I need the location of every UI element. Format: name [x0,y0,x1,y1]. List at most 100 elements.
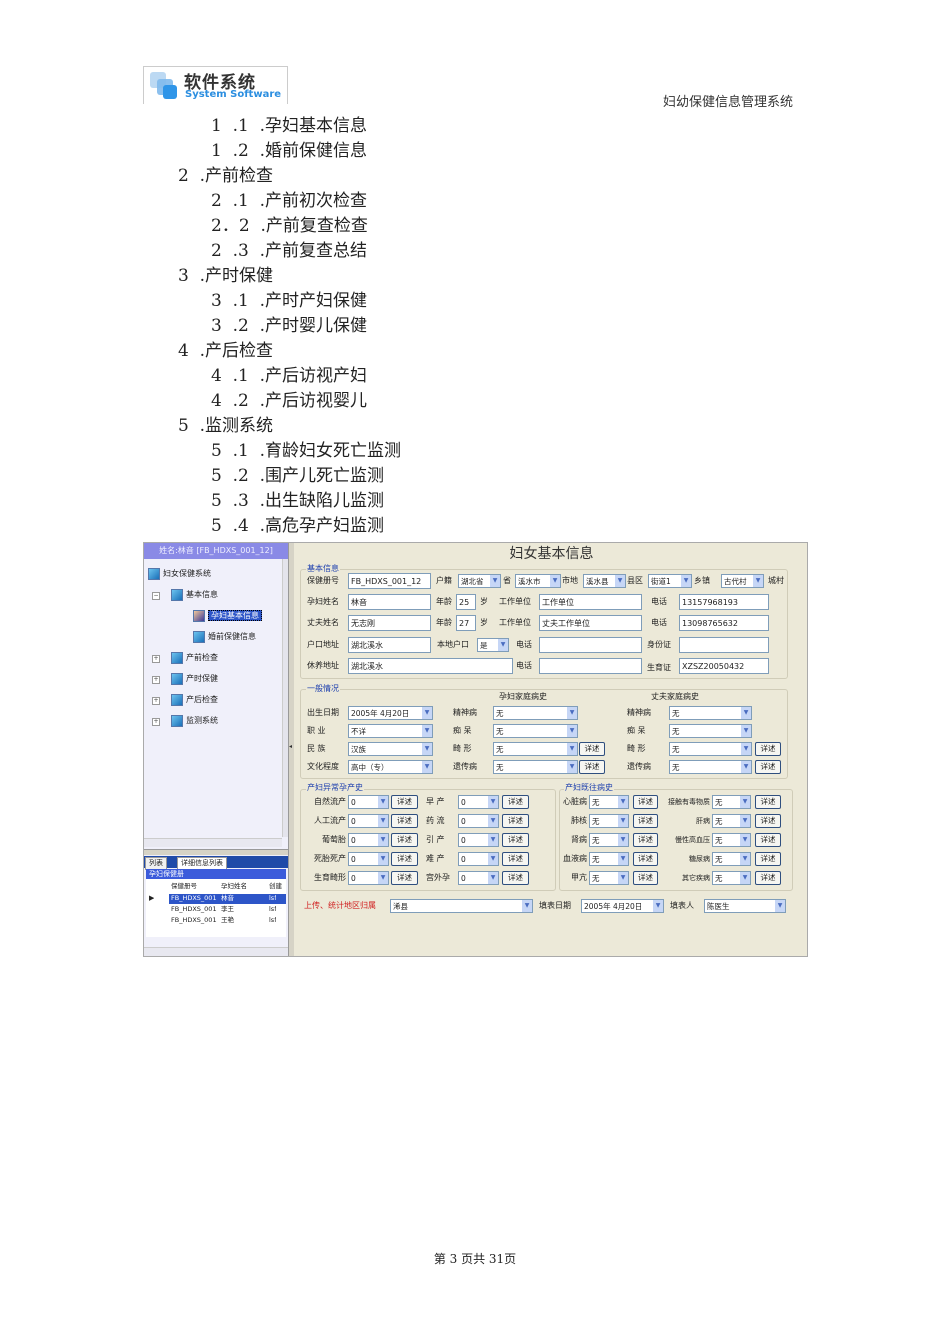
province-select[interactable]: 湖北省 ▼ [458,574,501,588]
detail-button[interactable]: 详述 [391,833,418,847]
abnormal-count-select[interactable]: 0 ▼ [348,833,389,847]
detail-button[interactable]: 详述 [633,795,658,809]
detail-button[interactable]: 详述 [502,871,529,885]
collapse-icon[interactable]: − [152,592,160,600]
education-select[interactable]: 高中（专） ▼ [348,760,433,774]
abnormal-count-select[interactable]: 0 ▼ [458,814,499,828]
detail-button[interactable]: 详述 [502,852,529,866]
grid-cell[interactable]: FB_HDXS_001 [171,904,217,915]
panel-splitter[interactable] [144,849,288,855]
grid-cell[interactable]: lsf [269,904,276,915]
husband-disease-select[interactable]: 无 ▼ [669,724,752,738]
detail-button[interactable]: 详述 [391,814,418,828]
name-input[interactable]: 林音 [348,594,431,610]
detail-button[interactable]: 详述 [755,852,781,866]
id-card-input[interactable] [679,637,769,653]
past-disease-select[interactable]: 无 ▼ [589,852,629,866]
tree-horizontal-scrollbar[interactable] [144,838,282,847]
past-disease-select[interactable]: 无 ▼ [712,852,751,866]
expand-icon[interactable]: + [152,718,160,726]
tree-node-basic-info[interactable]: 基本信息 [171,588,218,602]
wife-disease-select[interactable]: 无 ▼ [493,724,578,738]
column-header[interactable]: 保健册号 [171,881,197,892]
tel-input[interactable] [539,637,642,653]
street-select[interactable]: 街道1 ▼ [648,574,692,588]
detail-button[interactable]: 详述 [755,833,781,847]
city-select[interactable]: 溪水市 ▼ [515,574,561,588]
expand-icon[interactable]: + [152,676,160,684]
detail-button[interactable]: 详述 [579,760,605,774]
column-header[interactable]: 孕妇姓名 [221,881,247,892]
husband-name-input[interactable]: 无志刚 [348,615,431,631]
local-hukou-select[interactable]: 是 ▼ [477,638,509,652]
past-disease-select[interactable]: 无 ▼ [712,814,751,828]
abnormal-count-select[interactable]: 0 ▼ [458,852,499,866]
abnormal-count-select[interactable]: 0 ▼ [348,814,389,828]
grid-cell[interactable]: lsf [269,915,276,926]
husband-work-input[interactable]: 丈夫工作单位 [539,615,642,631]
detail-button[interactable]: 详述 [391,852,418,866]
wife-disease-select[interactable]: 无 ▼ [493,742,578,756]
abnormal-count-select[interactable]: 0 ▼ [458,795,499,809]
detail-button[interactable]: 详述 [502,795,529,809]
hukou-address-input[interactable]: 湖北溪水 [348,637,431,653]
fill-date-picker[interactable]: 2005年 4月20日 ▼ [581,899,664,913]
detail-button[interactable]: 详述 [633,833,658,847]
rest-address-input[interactable]: 湖北溪水 [348,658,513,674]
tree-node-delivery[interactable]: 产时保健 [171,672,218,686]
detail-button[interactable]: 详述 [755,814,781,828]
detail-button[interactable]: 详述 [755,742,781,756]
tree-node-prenatal[interactable]: 产前检查 [171,651,218,665]
tree-root[interactable]: 妇女保健系统 [148,567,211,581]
grid-cell[interactable]: FB_HDXS_001 [171,915,217,926]
expand-icon[interactable]: + [152,697,160,705]
abnormal-count-select[interactable]: 0 ▼ [458,833,499,847]
husband-age-input[interactable]: 27 [456,615,476,631]
expand-icon[interactable]: + [152,655,160,663]
abnormal-count-select[interactable]: 0 ▼ [348,852,389,866]
filler-select[interactable]: 陈医生 ▼ [704,899,786,913]
past-disease-select[interactable]: 无 ▼ [589,833,629,847]
abnormal-count-select[interactable]: 0 ▼ [348,871,389,885]
husband-disease-select[interactable]: 无 ▼ [669,760,752,774]
wife-disease-select[interactable]: 无 ▼ [493,760,578,774]
husband-disease-select[interactable]: 无 ▼ [669,742,752,756]
detail-button[interactable]: 详述 [633,871,658,885]
detail-button[interactable]: 详述 [633,852,658,866]
work-input[interactable]: 工作单位 [539,594,642,610]
detail-button[interactable]: 详述 [391,795,418,809]
birth-date-picker[interactable]: 2005年 4月20日 ▼ [348,706,433,720]
detail-button[interactable]: 详述 [755,871,781,885]
detail-button[interactable]: 详述 [633,814,658,828]
past-disease-select[interactable]: 无 ▼ [712,795,751,809]
grid-cell[interactable]: 李王 [221,904,234,915]
tree-node-monitoring[interactable]: 监测系统 [171,714,218,728]
abnormal-count-select[interactable]: 0 ▼ [348,795,389,809]
past-disease-select[interactable]: 无 ▼ [589,871,629,885]
grid-cell[interactable]: 王艳 [221,915,234,926]
birth-cert-input[interactable]: XZSZ20050432 [679,658,769,674]
detail-button[interactable]: 详述 [579,742,605,756]
tree-node-premarital-info[interactable]: 婚前保健信息 [193,630,256,644]
past-disease-select[interactable]: 无 ▼ [589,814,629,828]
tree-node-pregnant-basic-info[interactable]: 孕妇基本信息 [193,609,262,623]
detail-button[interactable]: 详述 [755,760,781,774]
tree-node-postnatal[interactable]: 产后检查 [171,693,218,707]
past-disease-select[interactable]: 无 ▼ [589,795,629,809]
phone-input[interactable]: 13157968193 [679,594,769,610]
nation-select[interactable]: 汉族 ▼ [348,742,433,756]
age-input[interactable]: 25 [456,594,476,610]
detail-button[interactable]: 详述 [391,871,418,885]
past-disease-select[interactable]: 无 ▼ [712,871,751,885]
county-select[interactable]: 溪水县 ▼ [583,574,626,588]
husband-phone-input[interactable]: 13098765632 [679,615,769,631]
grid-horizontal-scrollbar[interactable] [144,947,288,956]
record-no-input[interactable]: FB_HDXS_001_12 [348,573,431,589]
tel2-input[interactable] [539,658,642,674]
job-select[interactable]: 不详 ▼ [348,724,433,738]
past-disease-select[interactable]: 无 ▼ [712,833,751,847]
abnormal-count-select[interactable]: 0 ▼ [458,871,499,885]
collapse-arrow-icon[interactable]: ◂ [289,743,292,750]
detail-button[interactable]: 详述 [502,814,529,828]
column-header[interactable]: 创建 [269,881,286,892]
